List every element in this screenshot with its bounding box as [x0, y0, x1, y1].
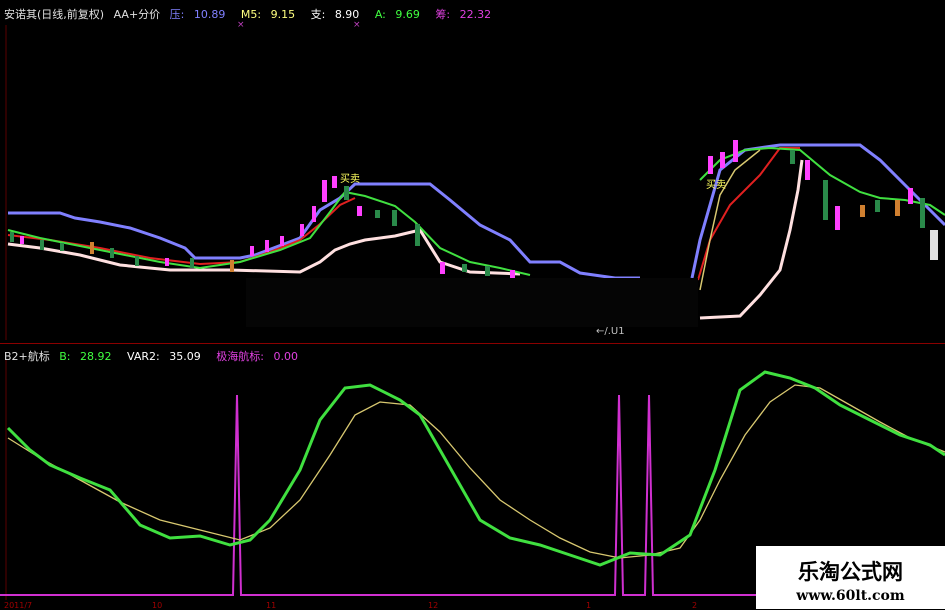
buy-signal-label-2: 买卖 [706, 180, 726, 191]
mask-top-right [534, 0, 945, 140]
var2-line [7, 384, 945, 559]
green-ma-line [7, 190, 531, 276]
mask-middle [246, 278, 698, 327]
watermark-title: 乐淘公式网 [798, 559, 903, 584]
cursor-readout: ←/.U1 [596, 326, 625, 337]
b-line [6, 370, 945, 567]
panel-separator [0, 343, 945, 344]
watermark-logo: 乐淘公式网 www.60lt.com [756, 546, 945, 609]
buy-signal-label-1: 买卖 [340, 174, 360, 185]
watermark-url: www.60lt.com [796, 588, 905, 604]
